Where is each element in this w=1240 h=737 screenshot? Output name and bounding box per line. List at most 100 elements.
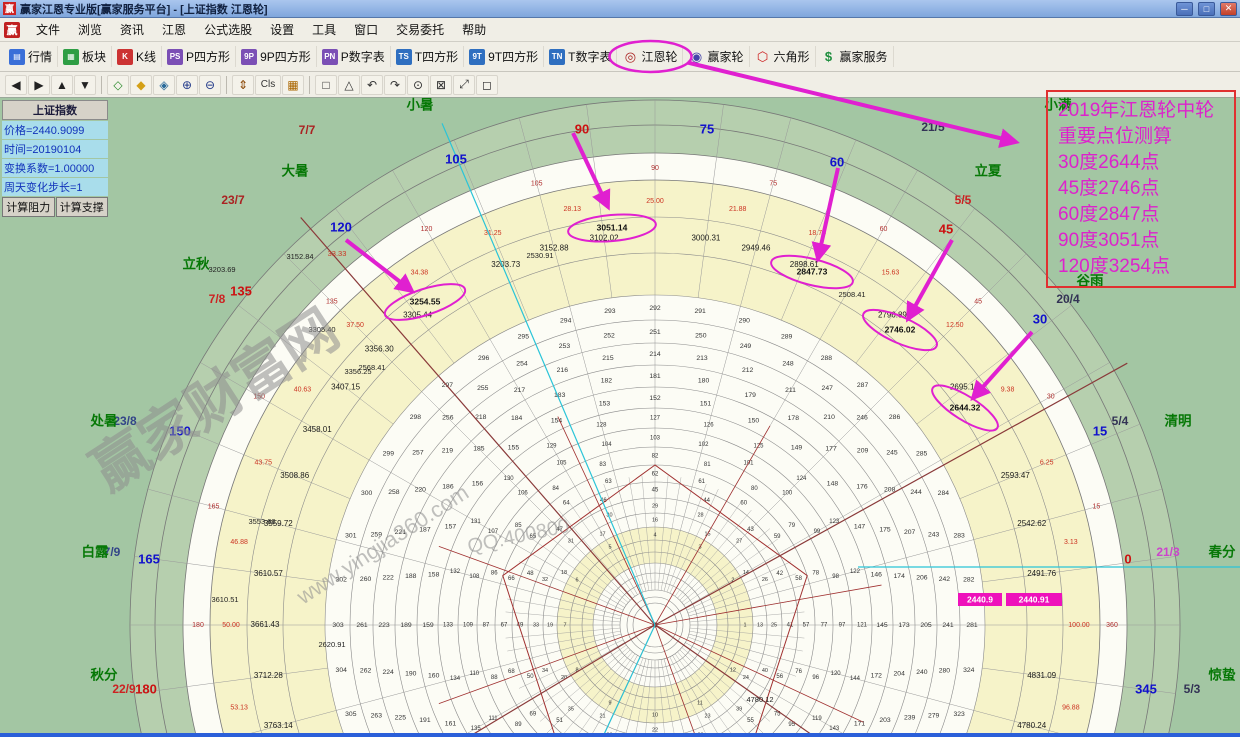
menu-item-2[interactable]: 资讯 bbox=[111, 19, 153, 40]
svg-text:7/7: 7/7 bbox=[299, 123, 316, 137]
menu-item-8[interactable]: 交易委托 bbox=[387, 19, 453, 40]
menu-item-1[interactable]: 浏览 bbox=[69, 19, 111, 40]
annotation-box: 2019年江恩轮中轮 重要点位测算 30度2644点 45度2746点 60度2… bbox=[1046, 90, 1236, 288]
triangle-tool-icon[interactable]: △ bbox=[338, 75, 360, 95]
svg-text:44: 44 bbox=[703, 498, 710, 504]
svg-text:252: 252 bbox=[603, 332, 615, 339]
circle-tool-icon[interactable]: ⊙ bbox=[407, 75, 429, 95]
box-x-tool-icon[interactable]: ⊠ bbox=[430, 75, 452, 95]
svg-text:212: 212 bbox=[742, 367, 754, 374]
svg-text:214: 214 bbox=[649, 351, 661, 358]
toolbar-button-P数字表[interactable]: PNP数字表 bbox=[317, 46, 391, 67]
toolbar-button-9T四方形[interactable]: 9T9T四方形 bbox=[464, 46, 544, 67]
svg-text:2: 2 bbox=[731, 577, 734, 583]
toolbar-label: K线 bbox=[136, 48, 156, 65]
svg-text:25: 25 bbox=[771, 622, 777, 628]
menu-item-5[interactable]: 设置 bbox=[261, 19, 303, 40]
calc-resistance-button[interactable]: 计算阻力 bbox=[2, 197, 55, 217]
svg-text:9.38: 9.38 bbox=[1001, 386, 1015, 393]
svg-text:190: 190 bbox=[405, 670, 417, 677]
close-button[interactable]: ✕ bbox=[1220, 2, 1237, 16]
svg-text:3152.88: 3152.88 bbox=[540, 243, 569, 252]
toolbar-button-T四方形[interactable]: TST四方形 bbox=[391, 46, 464, 67]
zoom-in-icon[interactable]: ⊕ bbox=[176, 75, 198, 95]
toolbar-button-9P四方形[interactable]: 9P9P四方形 bbox=[236, 46, 317, 67]
svg-text:23/8: 23/8 bbox=[113, 414, 137, 428]
measure-icon[interactable]: ⇕ bbox=[232, 75, 254, 95]
nav-left-icon[interactable]: ◀ bbox=[5, 75, 27, 95]
svg-text:3356.25: 3356.25 bbox=[344, 367, 371, 376]
diamond-outline-icon[interactable]: ◇ bbox=[107, 75, 129, 95]
svg-text:149: 149 bbox=[791, 444, 803, 451]
svg-text:8: 8 bbox=[576, 667, 579, 673]
menu-item-7[interactable]: 窗口 bbox=[345, 19, 387, 40]
toolbar-button-行情[interactable]: ▤行情 bbox=[4, 46, 58, 67]
svg-text:144: 144 bbox=[850, 676, 861, 682]
toolbar-button-江恩轮[interactable]: ◎江恩轮 bbox=[617, 46, 683, 67]
nav-down-icon[interactable]: ▼ bbox=[74, 75, 96, 95]
svg-text:77: 77 bbox=[821, 623, 828, 629]
svg-text:大暑: 大暑 bbox=[282, 163, 309, 179]
svg-text:97: 97 bbox=[839, 623, 846, 629]
toolbar-button-板块[interactable]: ▦板块 bbox=[58, 46, 112, 67]
calendar-icon[interactable]: ▦ bbox=[282, 75, 304, 95]
svg-text:清明: 清明 bbox=[1165, 413, 1192, 429]
svg-text:120: 120 bbox=[421, 226, 433, 233]
P四方形-icon: PS bbox=[167, 49, 183, 65]
svg-text:2440.91: 2440.91 bbox=[1019, 594, 1050, 604]
svg-text:86: 86 bbox=[491, 570, 498, 576]
minimize-button[interactable]: ─ bbox=[1176, 2, 1193, 16]
svg-text:7/8: 7/8 bbox=[209, 292, 226, 306]
svg-text:26: 26 bbox=[762, 577, 768, 583]
rotate-right-icon[interactable]: ↷ bbox=[384, 75, 406, 95]
svg-text:184: 184 bbox=[511, 415, 523, 422]
svg-text:85: 85 bbox=[515, 523, 522, 529]
price-ring-numbers: 2491.762542.622593.472695.182796.892898.… bbox=[251, 233, 1057, 737]
toolbar-button-赢家轮[interactable]: ◉赢家轮 bbox=[683, 46, 749, 67]
svg-text:171: 171 bbox=[854, 720, 866, 727]
rect-tool-icon[interactable]: □ bbox=[315, 75, 337, 95]
clear-button[interactable]: Cls bbox=[255, 75, 281, 95]
toolbar-button-P四方形[interactable]: PSP四方形 bbox=[162, 46, 236, 67]
svg-text:220: 220 bbox=[415, 486, 427, 493]
svg-text:253: 253 bbox=[559, 343, 571, 350]
date-labels: 7/723/77/823/87/922/921/55/520/45/421/35… bbox=[104, 120, 1201, 696]
nav-right-icon[interactable]: ▶ bbox=[28, 75, 50, 95]
svg-text:105: 105 bbox=[556, 461, 567, 467]
diamond-filled-icon[interactable]: ◆ bbox=[130, 75, 152, 95]
menu-item-3[interactable]: 江恩 bbox=[153, 19, 195, 40]
menu-item-6[interactable]: 工具 bbox=[303, 19, 345, 40]
toolbar-button-K线[interactable]: KK线 bbox=[112, 46, 162, 67]
toolbar-button-T数字表[interactable]: TNT数字表 bbox=[544, 46, 617, 67]
svg-text:186: 186 bbox=[442, 483, 454, 490]
calc-support-button[interactable]: 计算支撑 bbox=[56, 197, 109, 217]
svg-text:29: 29 bbox=[652, 503, 658, 509]
svg-text:219: 219 bbox=[442, 448, 454, 455]
svg-text:2593.47: 2593.47 bbox=[1001, 471, 1030, 480]
svg-text:3305.40: 3305.40 bbox=[308, 325, 335, 334]
rotate-left-icon[interactable]: ↶ bbox=[361, 75, 383, 95]
svg-text:222: 222 bbox=[382, 575, 394, 582]
menu-item-9[interactable]: 帮助 bbox=[453, 19, 495, 40]
svg-text:134: 134 bbox=[450, 676, 461, 682]
toolbar-button-赢家服务[interactable]: $赢家服务 bbox=[816, 46, 894, 67]
svg-text:7: 7 bbox=[563, 622, 566, 628]
svg-text:51: 51 bbox=[556, 718, 563, 724]
svg-text:258: 258 bbox=[388, 489, 400, 496]
toolbar-button-六角形[interactable]: ⬡六角形 bbox=[750, 46, 816, 67]
svg-text:3305.44: 3305.44 bbox=[403, 311, 432, 320]
resize-tool-icon[interactable]: ⤢ bbox=[453, 75, 475, 95]
select-tool-icon[interactable]: ◻ bbox=[476, 75, 498, 95]
menu-item-0[interactable]: 文件 bbox=[27, 19, 69, 40]
annotation-line: 120度3254点 bbox=[1058, 254, 1224, 280]
svg-text:172: 172 bbox=[871, 672, 883, 679]
zoom-out-icon[interactable]: ⊖ bbox=[199, 75, 221, 95]
diamond-dot-icon[interactable]: ◈ bbox=[153, 75, 175, 95]
toolbar-label: 赢家服务 bbox=[840, 48, 888, 65]
menu-item-4[interactable]: 公式选股 bbox=[195, 19, 261, 40]
svg-text:151: 151 bbox=[700, 400, 712, 407]
nav-up-icon[interactable]: ▲ bbox=[51, 75, 73, 95]
maximize-button[interactable]: □ bbox=[1198, 2, 1215, 16]
svg-text:242: 242 bbox=[939, 576, 951, 583]
svg-text:68: 68 bbox=[508, 669, 515, 675]
